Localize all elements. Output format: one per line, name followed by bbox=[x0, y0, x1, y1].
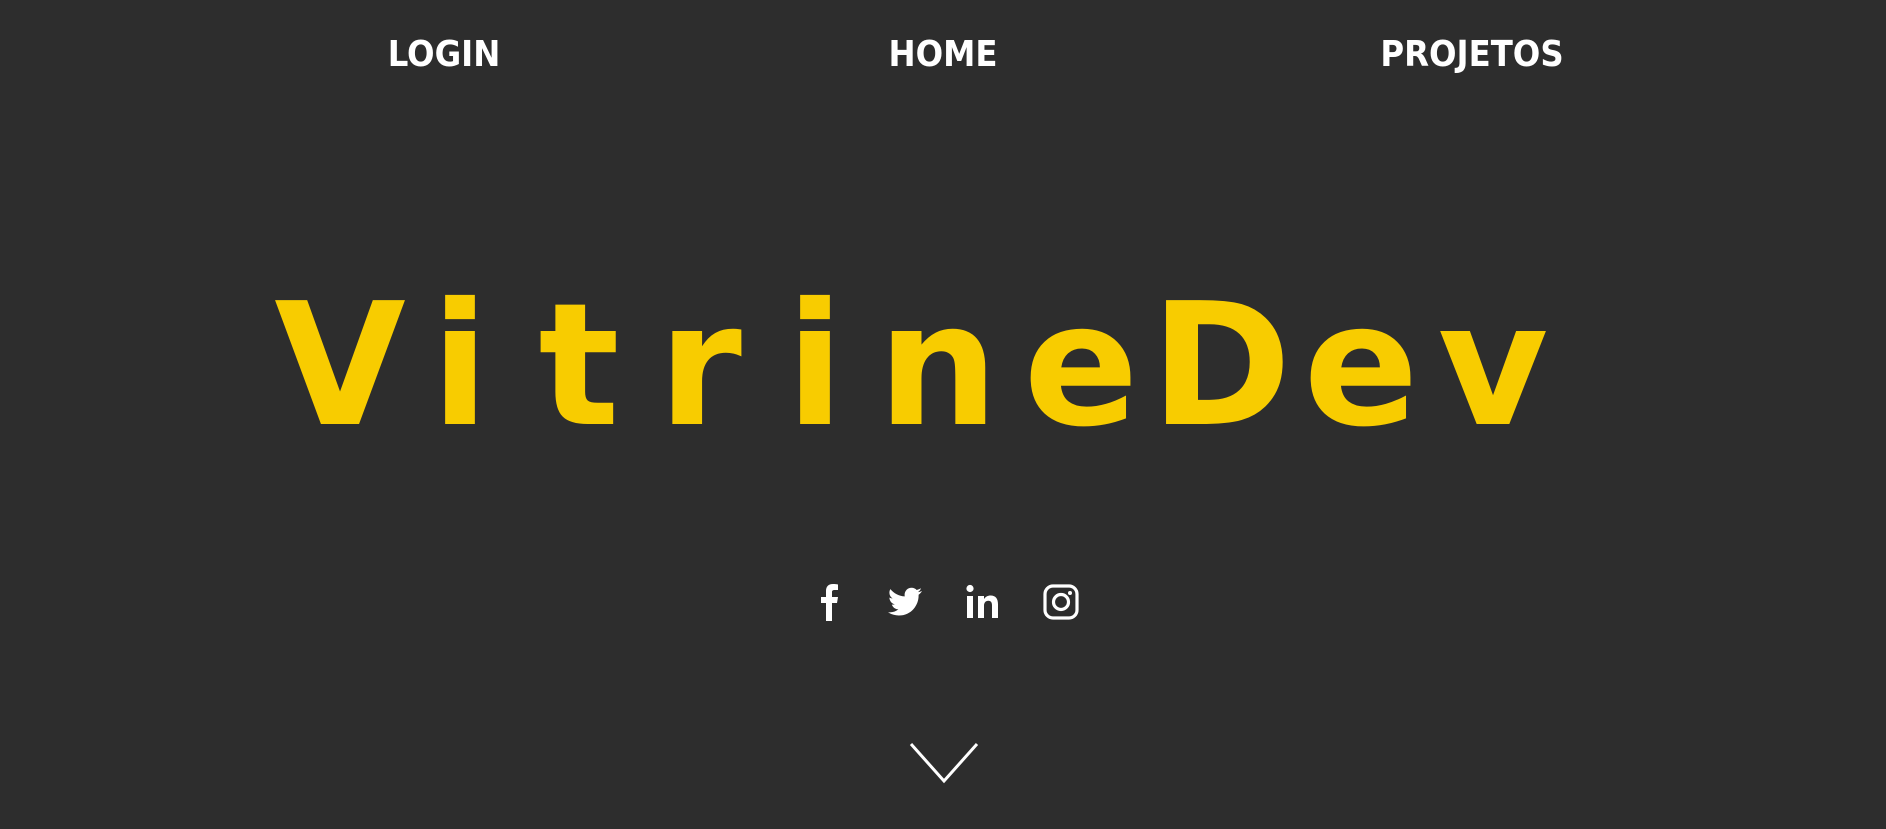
hero-title-letter: V bbox=[274, 267, 406, 466]
hero-title-letter: e bbox=[1303, 267, 1419, 466]
hero-title-letter: e bbox=[1023, 267, 1139, 466]
nav-projetos-link[interactable]: PROJETOS bbox=[1380, 30, 1563, 80]
chevron-down-icon[interactable] bbox=[908, 740, 980, 788]
facebook-icon[interactable] bbox=[808, 578, 852, 626]
linkedin-icon[interactable] bbox=[961, 578, 1005, 626]
hero-title-letter: n bbox=[877, 267, 999, 466]
twitter-icon[interactable] bbox=[882, 578, 926, 626]
social-links bbox=[0, 578, 1886, 628]
hero-title-letter: t bbox=[538, 267, 620, 466]
hero-title-letter: i bbox=[785, 267, 845, 466]
nav-login-link[interactable]: LOGIN bbox=[388, 30, 501, 80]
hero-title: V i t r i n e D e v bbox=[0, 276, 1886, 456]
hero-title-letter: r bbox=[658, 267, 742, 466]
nav-home-link[interactable]: HOME bbox=[888, 30, 997, 80]
main-nav: LOGIN HOME PROJETOS bbox=[0, 30, 1886, 80]
hero-title-letter: v bbox=[1437, 267, 1549, 466]
hero-title-letter: D bbox=[1150, 267, 1292, 466]
hero-title-letter: i bbox=[430, 267, 490, 466]
instagram-icon[interactable] bbox=[1039, 578, 1083, 626]
